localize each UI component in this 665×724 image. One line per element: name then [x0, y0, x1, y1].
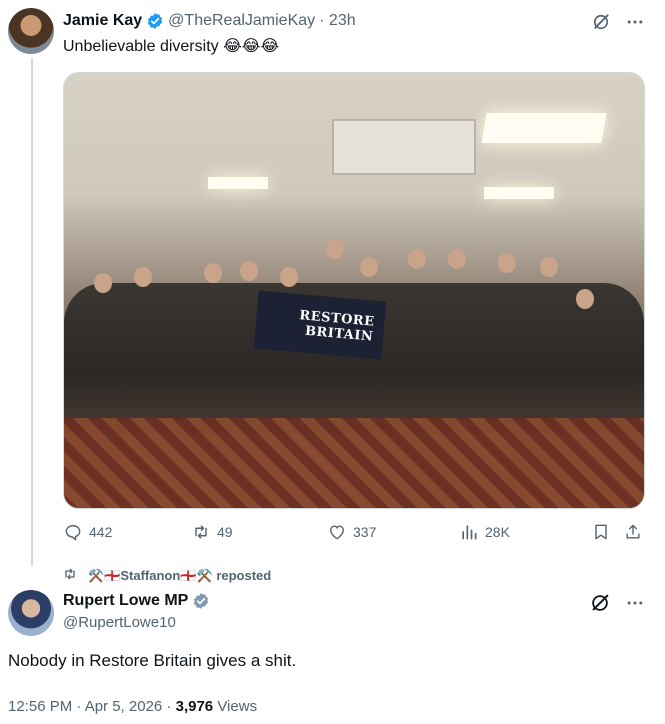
author-handle[interactable]: @RupertLowe10 [63, 614, 176, 631]
bookmark-button[interactable] [591, 522, 611, 542]
person [280, 267, 298, 287]
reply-button[interactable]: 442 [63, 522, 112, 542]
person [134, 267, 152, 287]
timestamp[interactable]: · 23h [319, 12, 355, 30]
share-icon [623, 522, 643, 542]
author-name[interactable]: Jamie Kay [63, 12, 142, 30]
person [576, 289, 594, 309]
repost-label: reposted [216, 568, 272, 583]
tweet-meta: 12:56 PM · Apr 5, 2026 · 3,976 Views [8, 698, 257, 715]
grok-icon[interactable] [591, 12, 611, 32]
person [540, 257, 558, 277]
author-name[interactable]: Rupert Lowe MP [63, 592, 188, 610]
ceiling-light [208, 177, 268, 189]
avatar[interactable] [8, 590, 54, 636]
air-vent [332, 119, 476, 175]
tweet-text: Unbelievable diversity 😂😂😂 [63, 38, 280, 55]
verified-badge-icon [146, 12, 164, 30]
tweet-header: Rupert Lowe MP [63, 592, 210, 610]
person [408, 249, 426, 269]
reply-icon [63, 522, 83, 542]
bookmark-icon [591, 522, 611, 542]
person [498, 253, 516, 273]
ceiling-light [481, 113, 607, 143]
person [94, 273, 112, 293]
repost-icon [191, 522, 211, 542]
thread-line [31, 58, 33, 566]
share-button[interactable] [623, 522, 643, 542]
views-count: 28K [485, 524, 510, 540]
tweet-text: Nobody in Restore Britain gives a shit. [8, 651, 297, 670]
tweet-photo[interactable]: RESTORE BRITAIN [63, 72, 645, 509]
patterned-carpet [64, 418, 644, 508]
author-handle[interactable]: @TheRealJamieKay [168, 12, 315, 30]
views-button[interactable]: 28K [459, 522, 510, 542]
person [204, 263, 222, 283]
person [326, 239, 344, 259]
ceiling-light [484, 187, 554, 199]
restore-britain-banner: RESTORE BRITAIN [253, 290, 387, 360]
person [360, 257, 378, 277]
repost-icon [62, 566, 78, 585]
reply-count: 442 [89, 524, 113, 540]
views-label: Views [217, 698, 258, 715]
tweet-action-bar: 442 49 337 28K [63, 522, 645, 546]
more-icon[interactable] [625, 12, 645, 32]
avatar[interactable] [8, 8, 54, 54]
repost-button[interactable]: 49 [191, 522, 233, 542]
person [448, 249, 466, 269]
repost-context: ⚒️🏴󠁧󠁢󠁥󠁮󠁧󠁿Staffanon🏴󠁧󠁢󠁥󠁮󠁧󠁿⚒️ reposted [62, 566, 271, 585]
like-button[interactable]: 337 [327, 522, 376, 542]
like-icon [327, 522, 347, 542]
tweet-top-actions [591, 12, 645, 32]
views-icon [459, 522, 479, 542]
timestamp[interactable]: 12:56 PM · Apr 5, 2026 · [8, 698, 171, 715]
tweet-top-actions [589, 592, 645, 614]
repost-count: 49 [217, 524, 233, 540]
views-count: 3,976 [175, 698, 214, 715]
like-count: 337 [353, 524, 377, 540]
tweet-header: Jamie Kay @TheRealJamieKay · 23h [63, 12, 356, 30]
grok-icon[interactable] [589, 592, 611, 614]
verified-badge-icon [192, 592, 210, 610]
more-icon[interactable] [625, 593, 645, 613]
reposter-name[interactable]: ⚒️🏴󠁧󠁢󠁥󠁮󠁧󠁿Staffanon🏴󠁧󠁢󠁥󠁮󠁧󠁿⚒️ [88, 568, 213, 584]
person [240, 261, 258, 281]
